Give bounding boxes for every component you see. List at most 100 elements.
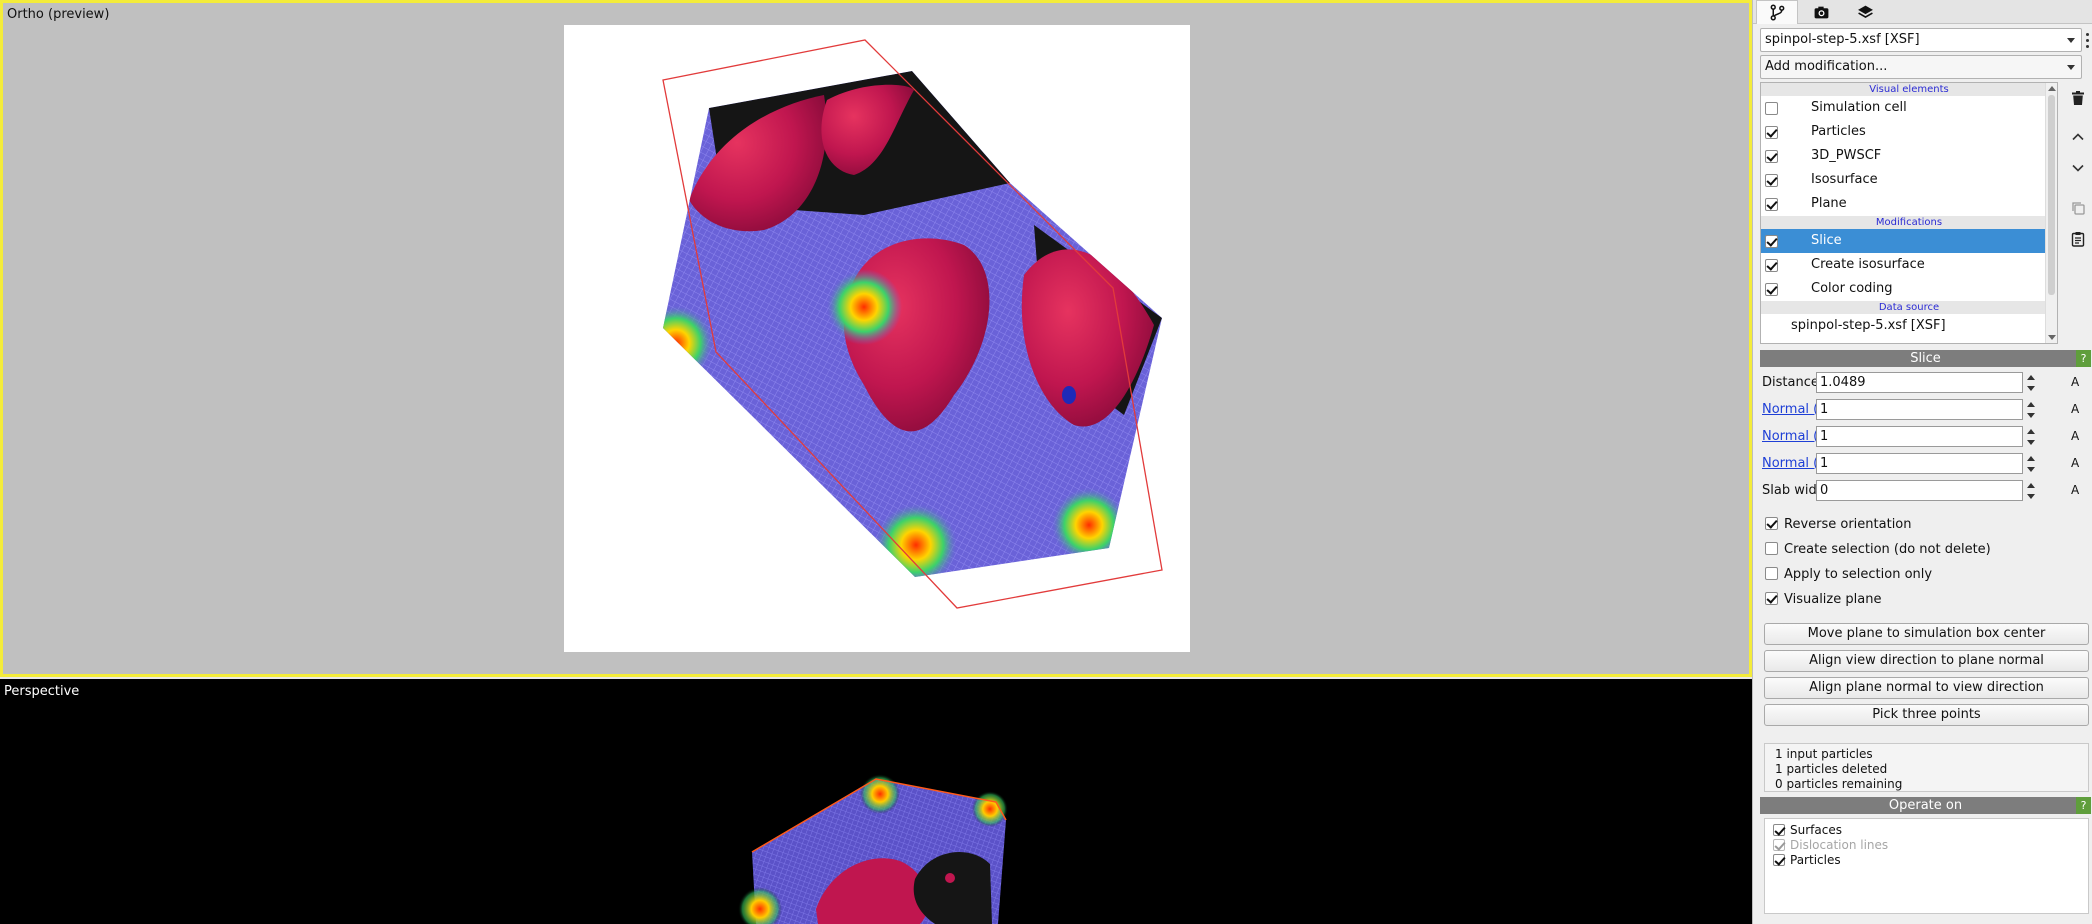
normal-y-animate-button[interactable]: A bbox=[2071, 429, 2079, 443]
pipeline-item-data-source[interactable]: spinpol-step-5.xsf [XSF] bbox=[1761, 314, 2057, 338]
create-isosurface-checkbox[interactable] bbox=[1765, 259, 1778, 272]
distance-label: Distance: bbox=[1762, 375, 1824, 390]
pick-three-points-button[interactable]: Pick three points bbox=[1764, 704, 2089, 726]
pipeline-selector-value: spinpol-step-5.xsf [XSF] bbox=[1765, 32, 1920, 47]
operate-on-title-label: Operate on bbox=[1888, 798, 1963, 813]
command-panel: spinpol-step-5.xsf [XSF] Add modificatio… bbox=[1752, 0, 2092, 924]
apply-selection-option[interactable]: Apply to selection only bbox=[1765, 565, 1932, 585]
normal-y-input[interactable]: 1 bbox=[1816, 426, 2023, 447]
delete-modifier-button[interactable] bbox=[2066, 86, 2090, 110]
status-particles-deleted: 1 particles deleted bbox=[1775, 762, 1888, 776]
slab-width-animate-button[interactable]: A bbox=[2071, 483, 2079, 497]
visualize-plane-option[interactable]: Visualize plane bbox=[1765, 590, 1881, 610]
pipeline-editor-list[interactable]: Visual elements Simulation cell Particle… bbox=[1760, 82, 2058, 344]
distance-animate-button[interactable]: A bbox=[2071, 375, 2079, 389]
operate-on-surfaces[interactable]: Surfaces bbox=[1773, 823, 2088, 838]
pipeline-item-label: Slice bbox=[1811, 233, 1842, 248]
normal-x-spinner[interactable] bbox=[2026, 400, 2036, 420]
normal-z-animate-button[interactable]: A bbox=[2071, 456, 2079, 470]
chevron-down-icon bbox=[2067, 65, 2075, 70]
camera-icon bbox=[1814, 6, 1828, 18]
3d-pwscf-checkbox[interactable] bbox=[1765, 150, 1778, 163]
operate-on-particles[interactable]: Particles bbox=[1773, 853, 2088, 868]
move-plane-center-button[interactable]: Move plane to simulation box center bbox=[1764, 623, 2089, 645]
trash-icon bbox=[2072, 91, 2084, 105]
apply-selection-checkbox[interactable] bbox=[1765, 567, 1778, 580]
scrollbar-thumb[interactable] bbox=[2048, 95, 2055, 295]
slab-width-input[interactable]: 0 bbox=[1816, 480, 2023, 501]
pipeline-selector[interactable]: spinpol-step-5.xsf [XSF] bbox=[1760, 28, 2082, 52]
reverse-orientation-option[interactable]: Reverse orientation bbox=[1765, 515, 1912, 535]
isosurface-checkbox[interactable] bbox=[1765, 174, 1778, 187]
slice-help-button[interactable]: ? bbox=[2076, 350, 2091, 367]
normal-x-input[interactable]: 1 bbox=[1816, 399, 2023, 420]
particles-checkbox[interactable] bbox=[1765, 126, 1778, 139]
pipeline-menu-button[interactable] bbox=[2080, 30, 2092, 50]
pipeline-item-create-isosurface[interactable]: Create isosurface bbox=[1761, 253, 2057, 277]
scroll-down-icon[interactable] bbox=[2048, 335, 2056, 340]
operate-on-list[interactable]: Surfaces Dislocation lines Particles bbox=[1764, 818, 2089, 914]
pipeline-item-plane[interactable]: Plane bbox=[1761, 192, 2057, 216]
pipeline-icon bbox=[1770, 4, 1784, 21]
particles-operate-checkbox[interactable] bbox=[1773, 854, 1785, 866]
modifications-header: Modifications bbox=[1761, 216, 2057, 229]
ortho-viewport[interactable]: Ortho (preview) bbox=[0, 0, 1752, 677]
simulation-cell-checkbox[interactable] bbox=[1765, 102, 1778, 115]
plane-checkbox[interactable] bbox=[1765, 198, 1778, 211]
modifier-status-box: 1 input particles 1 particles deleted 0 … bbox=[1764, 743, 2089, 792]
slab-width-spinner[interactable] bbox=[2026, 481, 2036, 501]
pipeline-item-label: Particles bbox=[1811, 124, 1866, 139]
pipeline-item-particles[interactable]: Particles bbox=[1761, 120, 2057, 144]
normal-z-input[interactable]: 1 bbox=[1816, 453, 2023, 474]
align-plane-button[interactable]: Align plane normal to view direction bbox=[1764, 677, 2089, 699]
status-particles-remaining: 0 particles remaining bbox=[1775, 777, 1903, 791]
pipeline-item-color-coding[interactable]: Color coding bbox=[1761, 277, 2057, 301]
surfaces-checkbox[interactable] bbox=[1773, 824, 1785, 836]
normal-z-row: Normal (Z): 1 A bbox=[1760, 453, 2091, 475]
pipeline-item-label: Simulation cell bbox=[1811, 100, 1907, 115]
align-view-button[interactable]: Align view direction to plane normal bbox=[1764, 650, 2089, 672]
pipeline-item-label: Plane bbox=[1811, 196, 1847, 211]
operate-on-label: Dislocation lines bbox=[1790, 838, 1889, 852]
create-selection-checkbox[interactable] bbox=[1765, 542, 1778, 555]
normal-y-spinner[interactable] bbox=[2026, 427, 2036, 447]
overlays-tab[interactable] bbox=[1844, 0, 1886, 24]
add-modification-label: Add modification... bbox=[1765, 59, 1888, 74]
scroll-up-icon[interactable] bbox=[2048, 86, 2056, 91]
layers-icon bbox=[1857, 5, 1873, 18]
pipeline-tab[interactable] bbox=[1756, 0, 1798, 24]
ortho-viewport-caption[interactable]: Ortho (preview) bbox=[7, 7, 109, 22]
visualize-plane-checkbox[interactable] bbox=[1765, 592, 1778, 605]
normal-x-animate-button[interactable]: A bbox=[2071, 402, 2079, 416]
create-selection-option[interactable]: Create selection (do not delete) bbox=[1765, 540, 1991, 560]
slice-checkbox[interactable] bbox=[1765, 235, 1778, 248]
operate-on-help-button[interactable]: ? bbox=[2076, 797, 2091, 814]
render-frame bbox=[564, 25, 1190, 652]
copy-icon bbox=[2072, 202, 2085, 215]
pipeline-item-simulation-cell[interactable]: Simulation cell bbox=[1761, 96, 2057, 120]
render-tab[interactable] bbox=[1800, 0, 1842, 24]
reverse-orientation-checkbox[interactable] bbox=[1765, 517, 1778, 530]
perspective-viewport-caption[interactable]: Perspective bbox=[4, 684, 79, 699]
move-up-button[interactable] bbox=[2066, 125, 2090, 149]
pipeline-list-scrollbar[interactable] bbox=[2045, 83, 2057, 343]
pipeline-item-slice[interactable]: Slice bbox=[1761, 229, 2057, 253]
command-panel-tabs bbox=[1753, 0, 2092, 24]
pipeline-item-label: Isosurface bbox=[1811, 172, 1878, 187]
color-coding-checkbox[interactable] bbox=[1765, 283, 1778, 296]
add-modification-dropdown[interactable]: Add modification... bbox=[1760, 55, 2082, 79]
chevron-up-icon bbox=[2072, 133, 2084, 141]
distance-spinner[interactable] bbox=[2026, 373, 2036, 393]
normal-z-spinner[interactable] bbox=[2026, 454, 2036, 474]
pipeline-item-label: 3D_PWSCF bbox=[1811, 148, 1882, 163]
paste-modifier-button[interactable] bbox=[2066, 227, 2090, 251]
pipeline-item-isosurface[interactable]: Isosurface bbox=[1761, 168, 2057, 192]
pipeline-item-3d-pwscf[interactable]: 3D_PWSCF bbox=[1761, 144, 2057, 168]
distance-input[interactable]: 1.0489 bbox=[1816, 372, 2023, 393]
copy-modifier-button[interactable] bbox=[2066, 196, 2090, 220]
operate-on-dislocation-lines: Dislocation lines bbox=[1773, 838, 2088, 853]
visualize-plane-label: Visualize plane bbox=[1784, 592, 1882, 607]
move-down-button[interactable] bbox=[2066, 156, 2090, 180]
perspective-viewport[interactable]: Perspective bbox=[0, 679, 1752, 924]
reverse-orientation-label: Reverse orientation bbox=[1784, 517, 1912, 532]
